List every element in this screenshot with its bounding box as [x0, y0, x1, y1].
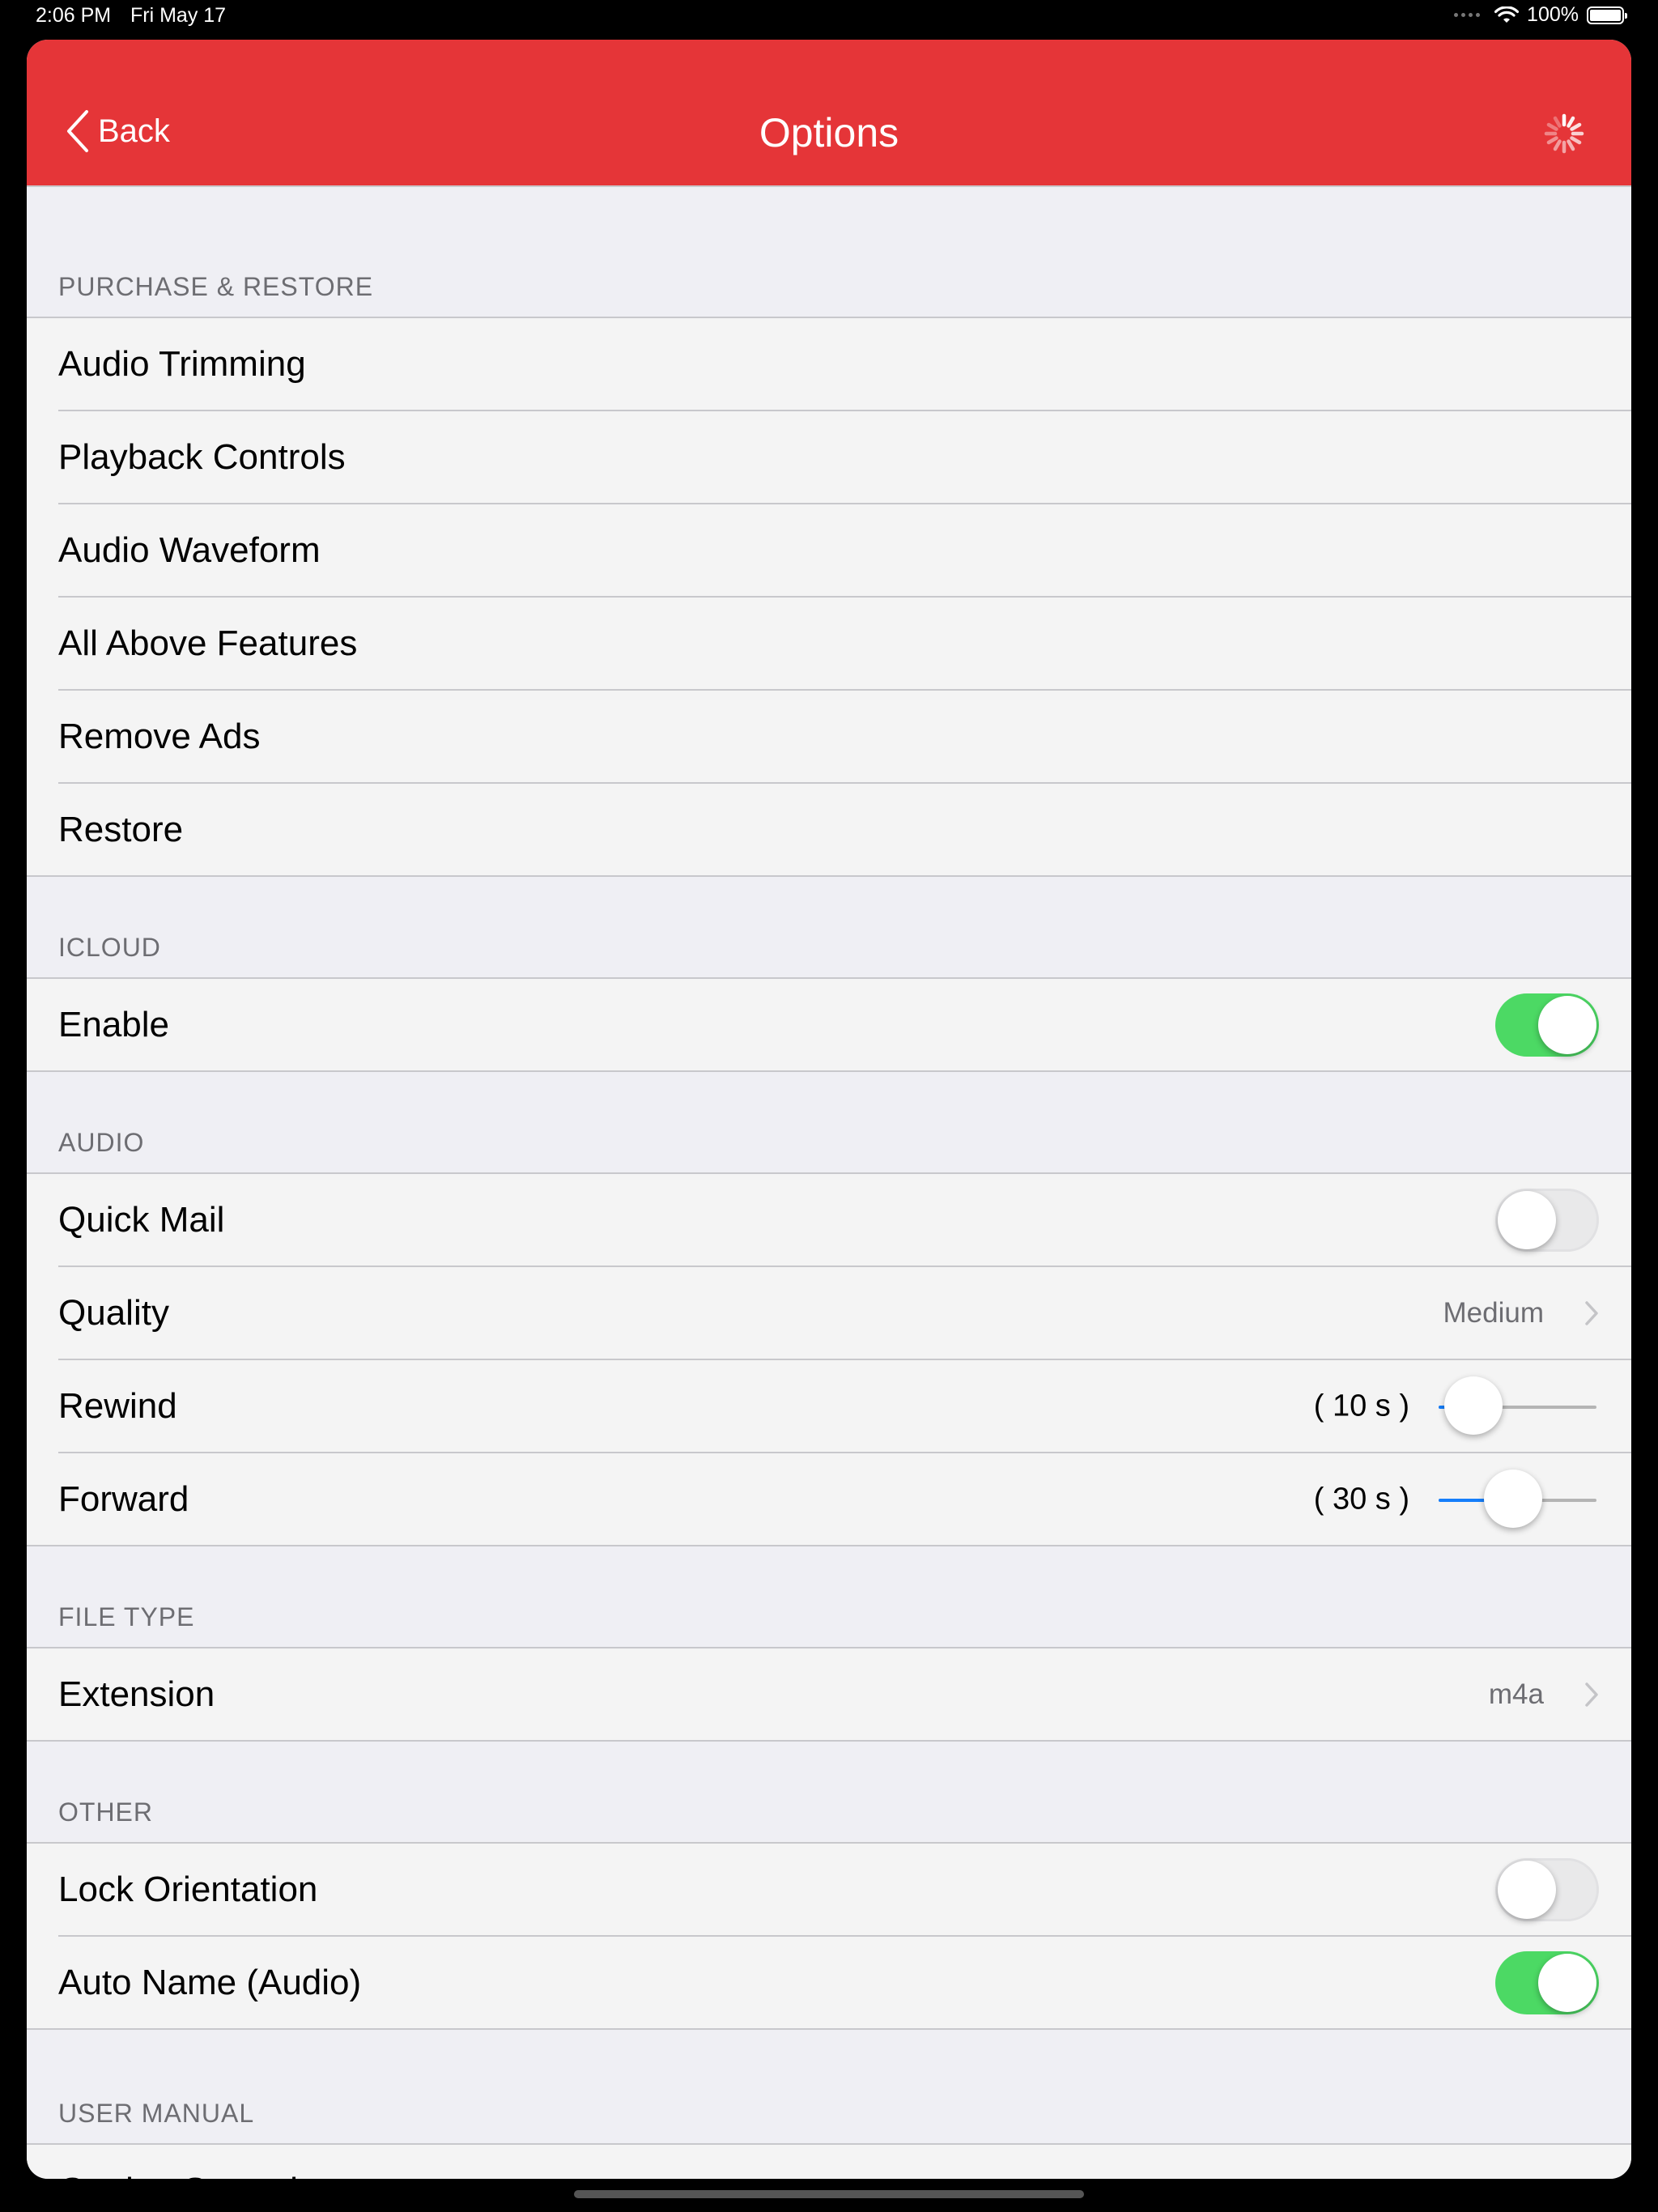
- home-indicator[interactable]: [574, 2190, 1084, 2198]
- section-header-label: FILE TYPE: [58, 1602, 195, 1631]
- row-label: Enable: [58, 1004, 170, 1044]
- row-label: All Above Features: [58, 623, 358, 663]
- row-label: Rewind: [58, 1385, 177, 1426]
- rewind-row: Rewind ( 10 s ): [58, 1360, 1631, 1453]
- row-label: Quick Mail: [58, 1199, 225, 1240]
- battery-percent: 100%: [1527, 3, 1579, 26]
- forward-value: ( 30 s ): [1313, 1482, 1409, 1516]
- toggle-knob: [1538, 995, 1596, 1054]
- row-label: Auto Name (Audio): [58, 1962, 362, 2002]
- rewind-value: ( 10 s ): [1313, 1389, 1409, 1423]
- row-label: Audio Waveform: [58, 530, 321, 570]
- status-indicators: 100%: [1454, 3, 1627, 27]
- file-type-group: Extension m4a: [27, 1647, 1631, 1742]
- row-label: Forward: [58, 1478, 189, 1519]
- extension-value: m4a: [1488, 1678, 1544, 1710]
- section-header-label: PURCHASE & RESTORE: [58, 272, 374, 301]
- quality-row[interactable]: Quality Medium: [58, 1267, 1631, 1360]
- purchase-item-playback-controls[interactable]: Playback Controls: [58, 411, 1631, 504]
- lock-orientation-toggle[interactable]: [1495, 1857, 1599, 1921]
- signal-dots-icon: [1454, 13, 1481, 17]
- slider-thumb[interactable]: [1443, 1376, 1503, 1435]
- status-time: 2:06 PM: [36, 4, 112, 27]
- section-header-label: USER MANUAL: [58, 2099, 255, 2128]
- toggle-knob: [1498, 1190, 1556, 1249]
- battery-icon: [1587, 6, 1627, 24]
- getting-started-row[interactable]: Getting Started: [58, 2145, 1631, 2179]
- row-label: Lock Orientation: [58, 1869, 318, 1909]
- forward-row: Forward ( 30 s ): [58, 1453, 1631, 1545]
- section-header-audio: AUDIO: [27, 1072, 1631, 1172]
- section-header-label: OTHER: [58, 1797, 153, 1827]
- purchase-item-all-above-features[interactable]: All Above Features: [58, 598, 1631, 691]
- section-header-label: AUDIO: [58, 1128, 145, 1157]
- auto-name-row: Auto Name (Audio): [58, 1937, 1631, 2028]
- loading-spinner-icon: [1544, 113, 1584, 154]
- section-header-label: ICLOUD: [58, 933, 161, 962]
- purchase-item-audio-waveform[interactable]: Audio Waveform: [58, 504, 1631, 598]
- page-title: Options: [759, 110, 899, 155]
- section-header-user-manual: USER MANUAL: [27, 2030, 1631, 2143]
- purchase-item-restore[interactable]: Restore: [58, 784, 1631, 875]
- purchase-item-audio-trimming[interactable]: Audio Trimming: [58, 318, 1631, 411]
- settings-list: PURCHASE & RESTORE Audio Trimming Playba…: [27, 187, 1631, 2179]
- chevron-right-icon: [1585, 1682, 1598, 1707]
- section-header-icloud: ICLOUD: [27, 877, 1631, 977]
- slider-thumb[interactable]: [1483, 1469, 1542, 1528]
- auto-name-toggle[interactable]: [1495, 1950, 1599, 2014]
- section-header-purchase: PURCHASE & RESTORE: [27, 187, 1631, 317]
- wifi-icon: [1494, 6, 1520, 23]
- screen: Back Options PURCHASE & RESTORE Audio Tr…: [27, 40, 1631, 2179]
- status-bar: 2:06 PM Fri May 17 100%: [0, 0, 1658, 39]
- forward-slider[interactable]: [1439, 1467, 1596, 1532]
- quick-mail-toggle[interactable]: [1495, 1188, 1599, 1252]
- section-header-other: OTHER: [27, 1742, 1631, 1842]
- toggle-knob: [1538, 1953, 1596, 2012]
- row-label: Restore: [58, 809, 184, 849]
- toggle-knob: [1498, 1860, 1556, 1919]
- row-label: Getting Started: [58, 2171, 298, 2180]
- row-label: Remove Ads: [58, 716, 261, 756]
- audio-group: Quick Mail Quality Medium Rewind ( 10 s …: [27, 1172, 1631, 1546]
- status-date: Fri May 17: [130, 4, 227, 27]
- icloud-enable-toggle[interactable]: [1495, 993, 1599, 1057]
- icloud-group: Enable: [27, 977, 1631, 1072]
- purchase-group: Audio Trimming Playback Controls Audio W…: [27, 317, 1631, 877]
- quick-mail-row: Quick Mail: [58, 1174, 1631, 1267]
- quality-value: Medium: [1443, 1296, 1544, 1329]
- row-label: Audio Trimming: [58, 343, 306, 384]
- navigation-bar: Back Options: [27, 40, 1631, 187]
- rewind-slider[interactable]: [1439, 1374, 1596, 1439]
- section-header-file-type: FILE TYPE: [27, 1546, 1631, 1647]
- extension-row[interactable]: Extension m4a: [58, 1648, 1631, 1740]
- chevron-right-icon: [1585, 1300, 1598, 1325]
- user-manual-group: Getting Started: [27, 2143, 1631, 2179]
- row-label: Extension: [58, 1674, 215, 1714]
- purchase-item-remove-ads[interactable]: Remove Ads: [58, 691, 1631, 784]
- row-label: Playback Controls: [58, 436, 346, 477]
- row-label: Quality: [58, 1292, 169, 1333]
- icloud-enable-row: Enable: [58, 979, 1631, 1070]
- chevron-right-icon: [1586, 2178, 1588, 2179]
- lock-orientation-row: Lock Orientation: [58, 1844, 1631, 1937]
- other-group: Lock Orientation Auto Name (Audio): [27, 1842, 1631, 2030]
